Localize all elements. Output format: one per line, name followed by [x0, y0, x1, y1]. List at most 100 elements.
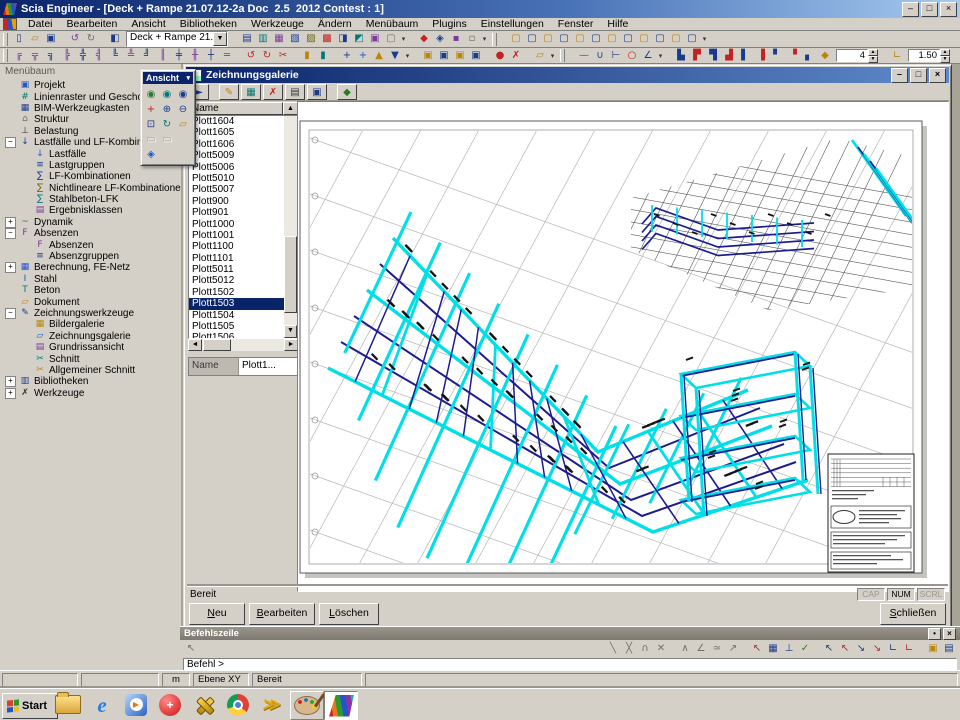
menu-item[interactable]: Bibliotheken [173, 18, 244, 30]
file-manager-icon[interactable] [52, 691, 84, 718]
plot-list-item[interactable]: Plott1605 [189, 127, 284, 138]
toolbar-icon[interactable]: ▮ [299, 49, 315, 63]
property-name-value[interactable]: Plott1... [239, 358, 299, 375]
chevron-down-icon[interactable]: ▾ [186, 74, 190, 82]
gallery-toolbar-icon[interactable]: ▦ [241, 84, 261, 100]
arrows-app-icon[interactable]: ≫ [256, 691, 288, 718]
toolbar-icon[interactable]: ╣ [91, 49, 107, 63]
plot-list-item[interactable]: Plott1504 [189, 310, 284, 321]
toolbar-icon[interactable]: ▘ [769, 49, 785, 63]
cursor-icon[interactable]: ↖ [183, 642, 199, 656]
tree-item[interactable]: + ▦ Berechnung, FE-Netz [0, 262, 181, 273]
plot-list-item[interactable]: Plott5006 [189, 162, 284, 173]
view-tool-icon[interactable]: ⊖ [175, 102, 191, 117]
toolbar-icon[interactable]: ╠ [59, 49, 75, 63]
toolbar-icon[interactable]: ▜ [705, 49, 721, 63]
tree-item[interactable]: ✂ Allgemeiner Schnitt [0, 365, 181, 376]
toolbar-icon[interactable]: ▢ [620, 32, 636, 46]
bearbeiten-button[interactable]: Bearbeiten [249, 603, 315, 625]
menu-item[interactable]: Bearbeiten [60, 18, 125, 30]
internet-explorer-icon[interactable]: e [86, 691, 118, 718]
toolbar-icon[interactable]: ▣ [367, 32, 383, 46]
snap-mode-icon[interactable]: ↖ [837, 642, 853, 656]
tree-item[interactable]: − F Absenzen [0, 228, 181, 239]
loeschen-button[interactable]: Löschen [319, 603, 379, 625]
plot-list-item[interactable]: Plott5012 [189, 275, 284, 286]
toolbar-icon[interactable]: ╬ [75, 49, 91, 63]
toolbar-icon[interactable]: ▛ [689, 49, 705, 63]
view-tool-icon[interactable]: ⊕ [159, 102, 175, 117]
start-button[interactable]: Start [2, 693, 58, 719]
toolbar-icon[interactable]: ▾ [399, 32, 408, 46]
toolbar-icon[interactable]: ┼ [203, 49, 219, 63]
toolbar-icon[interactable]: ↺ [67, 32, 83, 46]
paint-app-icon[interactable] [290, 691, 324, 720]
toolbar-icon[interactable]: ▤ [239, 32, 255, 46]
zeichnungsgalerie-titlebar[interactable]: Zeichnungsgalerie – □ × [186, 67, 949, 83]
toolbar-icon[interactable]: ▢ [636, 32, 652, 46]
view-tool-icon[interactable]: ⊡ [143, 117, 159, 132]
plot-list-item[interactable]: Plott5009 [189, 150, 284, 161]
befehlszeile-titlebar[interactable]: Befehlszeile • × [180, 627, 960, 640]
toolbar-icon[interactable]: ▪ [448, 32, 464, 46]
toolbar-icon[interactable]: ▢ [383, 32, 399, 46]
toolbar-icon[interactable]: ∠ [640, 49, 656, 63]
toolbar-icon[interactable]: ▢ [652, 32, 668, 46]
menu-item[interactable]: Ändern [311, 18, 359, 30]
snap-mode-icon[interactable]: ↖ [749, 642, 765, 656]
statusbar-unit[interactable]: m [162, 673, 190, 687]
neu-button[interactable]: Neu [189, 603, 245, 625]
snap-mode-icon[interactable]: ✓ [797, 642, 813, 656]
toolbar-icon[interactable]: ╗ [43, 49, 59, 63]
toolbar-icon[interactable]: ◨ [335, 32, 351, 46]
toolbar-icon[interactable]: ▢ [684, 32, 700, 46]
gallery-toolbar-icon[interactable]: ◆ [337, 84, 357, 100]
plot-list-item[interactable]: Plott900 [189, 196, 284, 207]
snap-mode-icon[interactable]: ▣ [925, 642, 941, 656]
scrollbar-thumb[interactable] [203, 339, 231, 351]
plot-list-item[interactable]: Plott1506 [189, 332, 284, 338]
toolbar-icon[interactable]: ▾ [656, 49, 665, 63]
toolbar-icon[interactable]: ▥ [255, 32, 271, 46]
toolbar-icon[interactable]: ▢ [668, 32, 684, 46]
toolbar-handle[interactable] [3, 49, 8, 62]
close-button[interactable]: × [940, 2, 957, 17]
snap-mode-icon[interactable]: ↖ [821, 642, 837, 656]
toolbar-icon[interactable]: ▢ [604, 32, 620, 46]
plot-list-item[interactable]: Plott1100 [189, 241, 284, 252]
minimize-button[interactable]: – [902, 2, 919, 17]
plot-list-item[interactable]: Plott1505 [189, 321, 284, 332]
menu-item[interactable]: Ansicht [124, 18, 172, 30]
tree-expander[interactable]: − [5, 228, 16, 239]
snap-mode-icon[interactable]: ╳ [621, 642, 637, 656]
minimize-button[interactable]: – [891, 68, 908, 83]
snap-mode-icon[interactable]: ∩ [637, 642, 653, 656]
toolbar-icon[interactable]: ╫ [187, 49, 203, 63]
scia-engineer-icon[interactable] [324, 691, 358, 720]
plot-list-item[interactable]: Plott1001 [189, 230, 284, 241]
project-combobox[interactable]: Deck + Rampe 21.07 ▼ [126, 31, 228, 47]
toolbar-icon[interactable]: ▾ [700, 32, 709, 46]
tree-item[interactable]: ▱ Zeichnungsgalerie [0, 331, 181, 342]
factor-spinner-value[interactable]: 1.50 [908, 49, 940, 62]
toolbar-icon[interactable]: ◩ [351, 32, 367, 46]
toolbar-icon[interactable]: ▲ [371, 49, 387, 63]
tools-app-icon[interactable] [188, 691, 220, 718]
tree-expander[interactable]: + [5, 376, 16, 387]
view-tool-icon[interactable]: ◉ [159, 87, 175, 102]
plot-list-item[interactable]: Plott1503 [189, 298, 284, 309]
maximize-button[interactable]: □ [921, 2, 938, 17]
tree-expander[interactable]: + [5, 262, 16, 273]
toolbar-icon[interactable]: ▼ [387, 49, 403, 63]
toolbar-icon[interactable]: ▯ [11, 32, 27, 46]
close-button[interactable]: × [929, 68, 946, 83]
red-app-icon[interactable]: + [154, 691, 186, 718]
view-tool-icon[interactable]: ◉ [175, 87, 191, 102]
toolbar-icon[interactable]: ▣ [452, 49, 468, 63]
toolbar-icon[interactable]: ⊢ [608, 49, 624, 63]
toolbar-handle[interactable] [492, 33, 497, 46]
snap-mode-icon[interactable]: ∠ [693, 642, 709, 656]
tree-item[interactable]: ≡ Absenzgruppen [0, 251, 181, 262]
toolbar-icon[interactable]: ● [492, 49, 508, 63]
menu-item[interactable]: Plugins [425, 18, 473, 30]
